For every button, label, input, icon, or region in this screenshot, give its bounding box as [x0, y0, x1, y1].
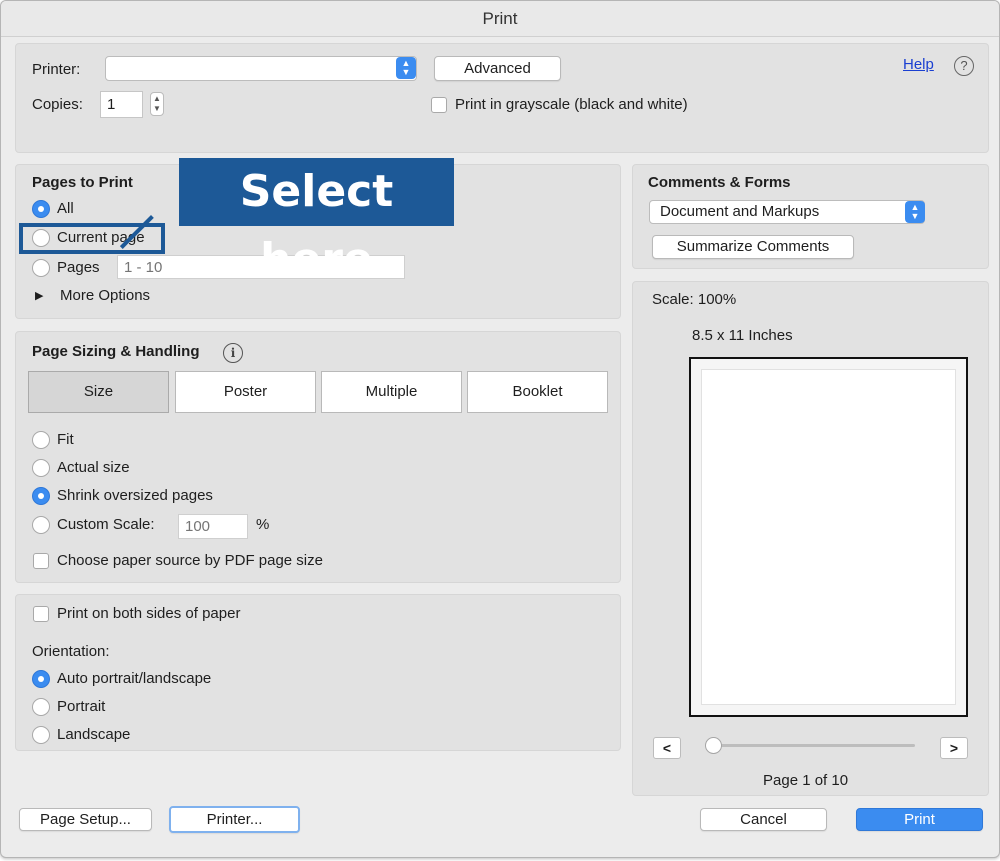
print-dialog: Print Printer: ▲ ▼ Advanced Help ? Copies…: [0, 0, 1000, 858]
summarize-comments-button[interactable]: Summarize Comments: [652, 235, 854, 259]
tab-poster[interactable]: Poster: [175, 371, 316, 413]
actual-size-radio[interactable]: [32, 459, 50, 477]
advanced-button[interactable]: Advanced: [434, 56, 561, 81]
copies-input[interactable]: 1: [100, 91, 143, 118]
preview-page-sheet: [701, 369, 956, 705]
auto-orientation-label: Auto portrait/landscape: [57, 670, 212, 687]
scale-label: Scale: 100%: [652, 291, 737, 308]
auto-orientation-radio[interactable]: [32, 670, 50, 688]
page-slider-track[interactable]: [713, 744, 915, 747]
window-title: Print: [1, 1, 999, 37]
page-preview: [689, 357, 968, 717]
printer-select[interactable]: [105, 56, 417, 81]
portrait-label: Portrait: [57, 698, 106, 715]
pages-range-label: Pages: [57, 259, 100, 276]
grayscale-checkbox[interactable]: [431, 97, 447, 113]
grayscale-label: Print in grayscale (black and white): [455, 96, 688, 113]
both-sides-checkbox[interactable]: [33, 606, 49, 622]
info-icon[interactable]: i: [223, 343, 243, 363]
page-setup-button[interactable]: Page Setup...: [19, 808, 152, 831]
paper-source-label: Choose paper source by PDF page size: [57, 552, 323, 569]
help-icon[interactable]: ?: [954, 56, 974, 76]
previous-page-button[interactable]: <: [653, 737, 681, 759]
copies-value: 1: [107, 96, 116, 113]
disclosure-triangle-icon[interactable]: ▶: [35, 289, 43, 302]
landscape-radio[interactable]: [32, 726, 50, 744]
comments-select-chevron-icon[interactable]: ▲ ▼: [905, 201, 925, 223]
paper-source-checkbox[interactable]: [33, 553, 49, 569]
print-button[interactable]: Print: [856, 808, 983, 831]
tab-multiple[interactable]: Multiple: [321, 371, 462, 413]
shrink-oversized-label: Shrink oversized pages: [57, 487, 213, 504]
tab-size[interactable]: Size: [28, 371, 169, 413]
more-options-label[interactable]: More Options: [60, 287, 150, 304]
comments-forms-heading: Comments & Forms: [648, 174, 791, 191]
help-link[interactable]: Help: [903, 56, 934, 73]
pages-range-radio[interactable]: [32, 259, 50, 277]
page-slider-thumb[interactable]: [705, 737, 722, 754]
percent-label: %: [256, 516, 270, 533]
paper-size-label: 8.5 x 11 Inches: [692, 327, 793, 344]
page-sizing-panel: [15, 331, 621, 583]
tab-booklet[interactable]: Booklet: [467, 371, 608, 413]
page-sizing-heading: Page Sizing & Handling: [32, 343, 200, 360]
fit-label: Fit: [57, 431, 74, 448]
printer-button[interactable]: Printer...: [169, 806, 300, 833]
printer-label: Printer:: [32, 61, 81, 78]
custom-scale-input[interactable]: [178, 514, 248, 539]
cancel-button[interactable]: Cancel: [700, 808, 827, 831]
next-page-button[interactable]: >: [940, 737, 968, 759]
page-count-label: Page 1 of 10: [763, 772, 849, 789]
select-here-callout: Select here: [179, 158, 454, 285]
comments-forms-select[interactable]: Document and Markups: [649, 200, 925, 224]
landscape-label: Landscape: [57, 726, 131, 743]
all-pages-radio[interactable]: [32, 200, 50, 218]
both-sides-label: Print on both sides of paper: [57, 605, 241, 622]
orientation-label: Orientation:: [32, 643, 110, 660]
comments-forms-value: Document and Markups: [660, 203, 820, 220]
pages-to-print-heading: Pages to Print: [32, 174, 133, 191]
copies-stepper-icon[interactable]: ▲ ▼: [150, 92, 164, 116]
all-pages-label: All: [57, 200, 74, 217]
actual-size-label: Actual size: [57, 459, 130, 476]
custom-scale-radio[interactable]: [32, 516, 50, 534]
custom-scale-label: Custom Scale:: [57, 516, 155, 533]
portrait-radio[interactable]: [32, 698, 50, 716]
fit-radio[interactable]: [32, 431, 50, 449]
printer-select-chevron-icon[interactable]: ▲ ▼: [396, 57, 416, 79]
copies-label: Copies:: [32, 96, 83, 113]
shrink-oversized-radio[interactable]: [32, 487, 50, 505]
